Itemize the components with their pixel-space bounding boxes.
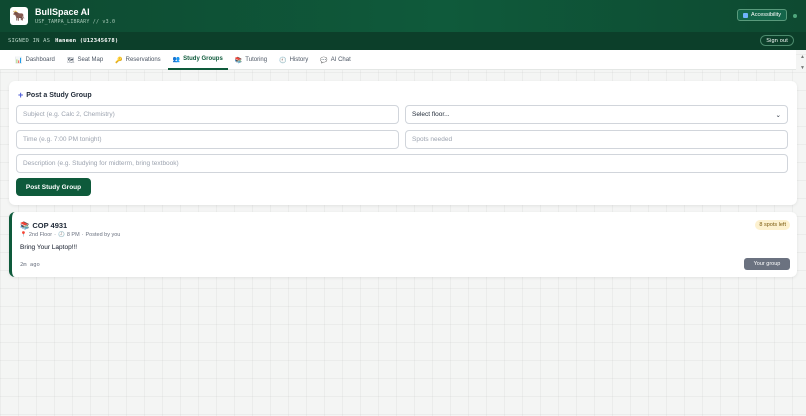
people-icon: 👥	[172, 56, 181, 63]
tab-dashboard[interactable]: 📊 Dashboard	[10, 50, 60, 70]
post-study-group-button[interactable]: Post Study Group	[16, 178, 91, 196]
group-posted-by: Posted by you	[85, 232, 121, 238]
subject-input[interactable]: Subject (e.g. Calc 2, Chemistry)	[16, 105, 399, 124]
description-input[interactable]: Description (e.g. Studying for midterm, …	[16, 154, 788, 173]
tabs-scroll-arrows[interactable]: ▲ ▼	[800, 52, 805, 74]
tab-seat-map[interactable]: 🗺 Seat Map	[62, 50, 108, 70]
separator: ·	[54, 232, 56, 238]
group-description: Bring Your Laptop!!!	[20, 244, 78, 251]
books-icon: 📚	[234, 57, 243, 64]
group-meta: 📍 2nd Floor · 🕗 8 PM · Posted by you	[20, 232, 120, 238]
bull-logo-icon: 🐂	[10, 7, 28, 25]
group-time: 8 PM	[66, 232, 80, 238]
signed-in-bar: SIGNED IN AS Haneen (U12345678) Sign out	[0, 32, 806, 50]
tab-label: AI Chat	[330, 57, 351, 63]
signed-in-label: SIGNED IN AS	[8, 38, 51, 44]
accessibility-icon	[743, 12, 749, 18]
accessibility-label: Accessibility	[751, 12, 781, 18]
chart-icon: 📊	[15, 57, 23, 64]
post-card-title: + Post a Study Group	[18, 90, 92, 100]
spots-left-badge: 8 spots left	[755, 220, 790, 230]
tab-tutoring[interactable]: 📚 Tutoring	[230, 50, 272, 70]
group-course: COP 4931	[32, 221, 68, 230]
separator: ·	[81, 232, 84, 238]
app-subtitle: USF_TAMPA_LIBRARY // v3.0	[35, 19, 116, 25]
key-icon: 🔑	[115, 57, 123, 64]
post-study-group-card: + Post a Study Group Subject (e.g. Calc …	[9, 81, 797, 205]
floor-select-value: Select floor...	[412, 111, 450, 118]
your-group-button[interactable]: Your group	[744, 258, 790, 270]
brand: BullSpace AI USF_TAMPA_LIBRARY // v3.0	[35, 7, 115, 25]
tab-study-groups[interactable]: 👥 Study Groups	[167, 50, 228, 70]
group-age: 2m ago	[20, 262, 40, 268]
group-title: 📚 COP 4931	[20, 221, 67, 230]
tab-reservations[interactable]: 🔑 Reservations	[110, 50, 166, 70]
accessibility-button[interactable]: Accessibility	[737, 9, 787, 21]
tab-label: Tutoring	[245, 57, 268, 63]
books-icon: 📚	[20, 221, 30, 230]
map-icon: 🗺	[66, 57, 75, 64]
tab-label: History	[289, 57, 309, 63]
clock-icon: 🕗	[57, 232, 65, 238]
app-header: 🐂 BullSpace AI USF_TAMPA_LIBRARY // v3.0…	[0, 0, 806, 32]
time-input[interactable]: Time (e.g. 7:00 PM tonight)	[16, 130, 399, 149]
clock-icon: 🕘	[279, 57, 287, 64]
tab-label: Dashboard	[25, 57, 55, 63]
scroll-up-icon[interactable]: ▲	[800, 52, 805, 63]
status-dot-icon	[793, 14, 797, 18]
pin-icon: 📍	[20, 232, 27, 238]
post-card-title-text: Post a Study Group	[26, 91, 92, 99]
spots-input[interactable]: Spots needed	[405, 130, 788, 149]
chat-icon: 💬	[320, 57, 328, 64]
chevron-down-icon: ⌄	[775, 111, 781, 119]
study-group-card: 📚 COP 4931 📍 2nd Floor · 🕗 8 PM · Posted…	[9, 212, 797, 277]
floor-select[interactable]: Select floor... ⌄	[405, 105, 788, 124]
plus-icon: +	[18, 90, 24, 100]
group-floor: 2nd Floor	[28, 232, 53, 238]
app-title: BullSpace AI	[35, 7, 90, 17]
tab-history[interactable]: 🕘 History	[274, 50, 313, 70]
signed-in-user: Haneen (U12345678)	[55, 38, 119, 44]
tab-ai-chat[interactable]: 💬 AI Chat	[315, 50, 356, 70]
sign-out-button[interactable]: Sign out	[760, 35, 794, 46]
tab-label: Seat Map	[77, 57, 104, 63]
scroll-down-icon[interactable]: ▼	[800, 63, 805, 74]
nav-tabs: 📊 Dashboard 🗺 Seat Map 🔑 Reservations 👥 …	[0, 50, 796, 70]
tab-label: Study Groups	[183, 56, 223, 62]
tab-label: Reservations	[125, 57, 161, 63]
